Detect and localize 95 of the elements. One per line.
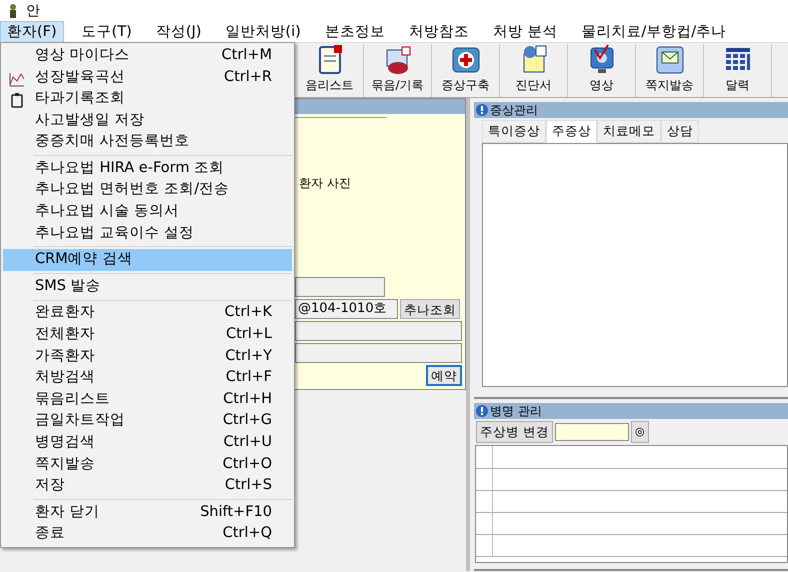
shortcut-label: Ctrl+U bbox=[223, 433, 272, 452]
menu-item-label: 추나요법 HIRA e-Form 조회 bbox=[35, 158, 224, 178]
menu-item[interactable]: 처방검색 Ctrl+F bbox=[3, 367, 292, 389]
info-icon bbox=[476, 405, 488, 418]
shortcut-label: Ctrl+L bbox=[226, 325, 272, 344]
menu-item-label: 저장 bbox=[35, 476, 65, 496]
shortcut-label: Ctrl+M bbox=[222, 46, 272, 65]
menu-item-label: 타과기록조회 bbox=[35, 89, 125, 108]
menu-item[interactable]: 묶음리스트 Ctrl+H bbox=[3, 388, 292, 410]
info-icon bbox=[476, 104, 488, 116]
menu-item[interactable]: 환자(F) bbox=[0, 21, 64, 43]
menu-item[interactable]: 물리치료/부항컵/추나 bbox=[575, 22, 732, 42]
menu-item[interactable]: 가족환자 Ctrl+Y bbox=[3, 346, 292, 368]
address-field[interactable]: @104-1010호 bbox=[295, 299, 398, 319]
menu-item[interactable]: 추나요법 시술 동의서 bbox=[3, 201, 292, 223]
menu-item[interactable]: 추나요법 면허번호 조회/전송 bbox=[3, 180, 292, 202]
menu-item-label: 종료 bbox=[35, 524, 65, 544]
input-field[interactable] bbox=[295, 277, 385, 297]
menu-item[interactable]: 처방 분석 bbox=[486, 22, 564, 42]
shortcut-label: Ctrl+F bbox=[226, 368, 272, 388]
reserve-button[interactable]: 예약 bbox=[426, 365, 462, 386]
menu-item[interactable]: 일반처방(i) bbox=[219, 22, 307, 42]
menu-item[interactable]: 전체환자 Ctrl+L bbox=[3, 324, 292, 346]
shortcut-label: Ctrl+G bbox=[222, 411, 272, 430]
photo-label: 환자 사진 bbox=[299, 174, 351, 192]
target-button[interactable]: ◎ bbox=[630, 421, 649, 444]
menu-item-label: 중증치매 사전등록번호 bbox=[35, 132, 190, 152]
shortcut-label: Ctrl+H bbox=[223, 390, 272, 409]
toolbar-button[interactable]: 묶음/기록 bbox=[364, 44, 432, 97]
menu-item-label: 가족환자 bbox=[35, 346, 95, 366]
shortcut-label: Ctrl+Y bbox=[225, 346, 272, 366]
diagnosis-field[interactable] bbox=[554, 423, 629, 442]
menu-item-label: 성장발육곡선 bbox=[35, 68, 125, 87]
menu-item[interactable]: CRM예약 검색 bbox=[3, 249, 292, 271]
menu-item-label: 완료환자 bbox=[35, 303, 95, 322]
menu-item[interactable]: 완료환자 Ctrl+K bbox=[3, 302, 292, 324]
input-field[interactable] bbox=[295, 343, 462, 363]
menu-item-label: 처방검색 bbox=[35, 368, 95, 388]
chart-icon bbox=[9, 70, 25, 87]
toolbar-button[interactable]: 영상 bbox=[568, 44, 636, 97]
menu-item-label: SMS 발송 bbox=[35, 276, 101, 296]
clipboard-icon bbox=[9, 92, 25, 108]
shortcut-label: Shift+F10 bbox=[200, 502, 272, 522]
toolbar-button[interactable]: 달력 bbox=[704, 44, 772, 97]
menu-item-label: 쪽지발송 bbox=[35, 454, 95, 474]
shortcut-label: Ctrl+K bbox=[224, 303, 272, 322]
menu-item-label: 추나요법 면허번호 조회/전송 bbox=[35, 180, 230, 200]
shortcut-label: Ctrl+S bbox=[224, 476, 272, 496]
envelope-icon bbox=[654, 44, 686, 76]
menu-item[interactable]: 중증치매 사전등록번호 bbox=[3, 131, 292, 153]
window-title: 안 bbox=[26, 2, 40, 20]
menu-item[interactable]: 타과기록조회 bbox=[3, 88, 292, 110]
menu-item[interactable]: 성장발육곡선 Ctrl+R bbox=[3, 66, 292, 88]
tab[interactable]: 주증상 bbox=[546, 120, 597, 143]
menu-item[interactable]: 영상 마이다스 Ctrl+M bbox=[3, 45, 292, 67]
menu-item[interactable]: 저장 Ctrl+S bbox=[3, 475, 292, 497]
change-diagnosis-button[interactable]: 주상병 변경 bbox=[476, 421, 553, 444]
toolbar-button[interactable]: 쪽지발송 bbox=[636, 44, 704, 97]
tab[interactable]: 상담 bbox=[661, 120, 699, 143]
menu-item[interactable]: 종료 Ctrl+Q bbox=[3, 523, 292, 546]
panel-title: 병명 관리 bbox=[490, 403, 542, 420]
menu-item[interactable]: 추나요법 교육이수 설정 bbox=[3, 222, 292, 244]
tab[interactable]: 치료메모 bbox=[597, 120, 661, 143]
menu-item-label: 묶음리스트 bbox=[35, 390, 110, 409]
menu-item[interactable]: 도구(T) bbox=[76, 22, 138, 42]
toolbar-button[interactable]: 진단서 bbox=[500, 44, 568, 97]
menu-item[interactable]: 병명검색 Ctrl+U bbox=[3, 432, 292, 454]
toolbar-button[interactable]: 음리스트 bbox=[296, 44, 364, 97]
toolbar-button[interactable]: 증상구축 bbox=[432, 44, 500, 97]
panel-title: 증상관리 bbox=[490, 102, 538, 119]
chuna-search-button[interactable]: 추나조회 bbox=[400, 299, 460, 319]
menu-item[interactable]: 본초정보 bbox=[318, 22, 391, 42]
menu-item-label: 환자 닫기 bbox=[35, 502, 100, 522]
menu-item[interactable]: 처방참조 bbox=[402, 22, 475, 42]
app-icon bbox=[8, 3, 18, 19]
menu-item-label: 영상 마이다스 bbox=[35, 46, 130, 65]
menu-item-label: 전체환자 bbox=[35, 325, 95, 344]
menu-item[interactable]: 쪽지발송 Ctrl+O bbox=[3, 454, 292, 476]
input-field[interactable] bbox=[295, 321, 462, 341]
menu-item[interactable]: 사고발생일 저장 bbox=[3, 110, 292, 132]
menu-item[interactable]: 작성(J) bbox=[150, 22, 208, 42]
shortcut-label: Ctrl+Q bbox=[222, 524, 272, 544]
menu-item-label: 추나요법 시술 동의서 bbox=[35, 202, 180, 222]
shortcut-label: Ctrl+R bbox=[224, 68, 272, 87]
menu-item-label: 병명검색 bbox=[35, 433, 95, 452]
menu-item-label: 금일차트작업 bbox=[35, 411, 125, 430]
menu-item-label: 추나요법 교육이수 설정 bbox=[35, 224, 194, 243]
menu-item[interactable]: 환자 닫기 Shift+F10 bbox=[3, 502, 292, 524]
tab[interactable]: 특이증상 bbox=[482, 120, 546, 143]
menu-item[interactable]: 추나요법 HIRA e-Form 조회 bbox=[3, 158, 292, 180]
menu-item[interactable]: 금일차트작업 Ctrl+G bbox=[3, 410, 292, 432]
menu-item[interactable]: SMS 발송 bbox=[3, 276, 292, 298]
shortcut-label: Ctrl+O bbox=[222, 454, 272, 474]
menu-item-label: 사고발생일 저장 bbox=[35, 110, 145, 130]
menu-item-label: CRM예약 검색 bbox=[35, 250, 132, 270]
